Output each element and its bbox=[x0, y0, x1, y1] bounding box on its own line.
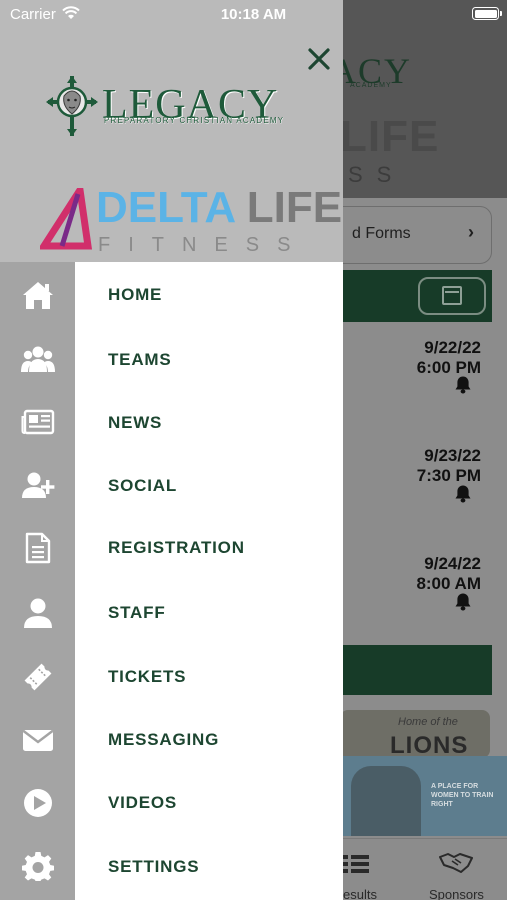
background-section-bar bbox=[330, 645, 492, 695]
home-icon[interactable] bbox=[20, 277, 56, 313]
menu-item-label: SOCIAL bbox=[108, 476, 178, 495]
menu-panel: HOME TEAMS NEWS SOCIAL REGISTRATION STAF… bbox=[75, 262, 343, 900]
tickets-icon[interactable] bbox=[20, 659, 56, 695]
menu-item-label: HOME bbox=[108, 285, 163, 304]
school-logo: LEGACY PREPARATORY CHRISTIAN ACADEMY bbox=[44, 74, 304, 140]
menu-item-tickets[interactable]: TICKETS bbox=[75, 649, 343, 705]
battery-tip bbox=[500, 11, 502, 16]
staff-icon[interactable] bbox=[20, 595, 56, 631]
menu-item-staff[interactable]: STAFF bbox=[75, 585, 343, 641]
menu-item-label: MESSAGING bbox=[108, 730, 220, 749]
bell-icon[interactable] bbox=[453, 484, 473, 504]
clock: 10:18 AM bbox=[220, 6, 287, 23]
teams-icon[interactable] bbox=[20, 341, 56, 377]
delta-triangle-icon bbox=[40, 188, 92, 250]
social-icon[interactable] bbox=[20, 467, 56, 503]
bell-icon[interactable] bbox=[453, 592, 473, 612]
promo-title: LIONS bbox=[390, 732, 469, 758]
menu-item-label: REGISTRATION bbox=[108, 538, 245, 557]
menu-item-messaging[interactable]: MESSAGING bbox=[75, 712, 343, 768]
menu-item-label: NEWS bbox=[108, 413, 163, 432]
event-time: 8:00 AM bbox=[416, 574, 481, 593]
tab-results-label[interactable]: esults bbox=[343, 887, 377, 900]
registration-icon[interactable] bbox=[20, 530, 56, 566]
banner-text: A PLACE FOR WOMEN TO TRAIN RIGHT bbox=[431, 783, 494, 808]
side-drawer: LEGACY PREPARATORY CHRISTIAN ACADEMY DEL… bbox=[0, 0, 343, 900]
drawer-header: LEGACY PREPARATORY CHRISTIAN ACADEMY DEL… bbox=[0, 0, 343, 262]
menu-item-label: TEAMS bbox=[108, 350, 172, 369]
messaging-icon[interactable] bbox=[20, 722, 56, 758]
menu-item-home[interactable]: HOME bbox=[75, 267, 343, 323]
bell-icon[interactable] bbox=[453, 375, 473, 395]
sponsor-word-life: LIFE bbox=[246, 183, 343, 232]
menu-item-social[interactable]: SOCIAL bbox=[75, 458, 343, 514]
menu-item-label: STAFF bbox=[108, 603, 166, 622]
background-event-2[interactable]: 9/23/22 7:30 PM bbox=[417, 446, 481, 486]
school-logo-subtitle: PREPARATORY CHRISTIAN ACADEMY bbox=[104, 116, 285, 125]
menu-icon-rail bbox=[0, 262, 75, 900]
menu-item-teams[interactable]: TEAMS bbox=[75, 332, 343, 388]
lion-crest-icon bbox=[46, 76, 98, 136]
list-icon bbox=[343, 855, 369, 873]
sponsor-logo-name: DELTA LIFE bbox=[96, 186, 342, 230]
calendar-icon bbox=[442, 286, 462, 305]
background-logo-subtitle: ACADEMY bbox=[350, 82, 392, 89]
menu-item-settings[interactable]: SETTINGS bbox=[75, 839, 343, 895]
event-date: 9/22/22 bbox=[424, 338, 481, 357]
background-sponsor-tagline: SS bbox=[348, 162, 406, 187]
menu-item-label: SETTINGS bbox=[108, 857, 200, 876]
handshake-icon bbox=[439, 853, 473, 873]
menu-item-label: TICKETS bbox=[108, 667, 187, 686]
chevron-right-icon: › bbox=[468, 222, 474, 242]
tab-sponsors-label[interactable]: Sponsors bbox=[429, 887, 484, 900]
close-icon[interactable] bbox=[302, 42, 336, 76]
background-promo-card[interactable]: Home of the LIONS bbox=[340, 710, 490, 758]
event-date: 9/23/22 bbox=[424, 446, 481, 465]
background-event-3[interactable]: 9/24/22 8:00 AM bbox=[416, 554, 481, 594]
sponsor-tagline: FITNESS bbox=[98, 234, 309, 256]
sponsor-word-delta: DELTA bbox=[96, 183, 235, 232]
menu-item-videos[interactable]: VIDEOS bbox=[75, 775, 343, 831]
background-sponsor-text: LIFE bbox=[340, 112, 440, 161]
event-date: 9/24/22 bbox=[424, 554, 481, 573]
videos-icon[interactable] bbox=[20, 785, 56, 821]
status-bar: Carrier 10:18 AM bbox=[0, 0, 507, 28]
menu-item-registration[interactable]: REGISTRATION bbox=[75, 520, 343, 576]
sponsor-logo: DELTA LIFE FITNESS bbox=[40, 186, 342, 258]
menu-item-news[interactable]: NEWS bbox=[75, 395, 343, 451]
event-time: 7:30 PM bbox=[416, 466, 481, 485]
background-forms-label: d Forms bbox=[352, 225, 411, 242]
banner-photo bbox=[351, 766, 421, 836]
settings-icon[interactable] bbox=[20, 849, 56, 885]
promo-script-text: Home of the bbox=[398, 716, 458, 728]
background-sponsor-banner[interactable]: A PLACE FOR WOMEN TO TRAIN RIGHT bbox=[343, 756, 507, 836]
menu-item-label: VIDEOS bbox=[108, 793, 178, 812]
background-event-1[interactable]: 9/22/22 6:00 PM bbox=[417, 338, 481, 378]
battery-icon bbox=[472, 7, 499, 20]
background-tab-bar: esults Sponsors bbox=[343, 838, 507, 900]
news-icon[interactable] bbox=[20, 404, 56, 440]
